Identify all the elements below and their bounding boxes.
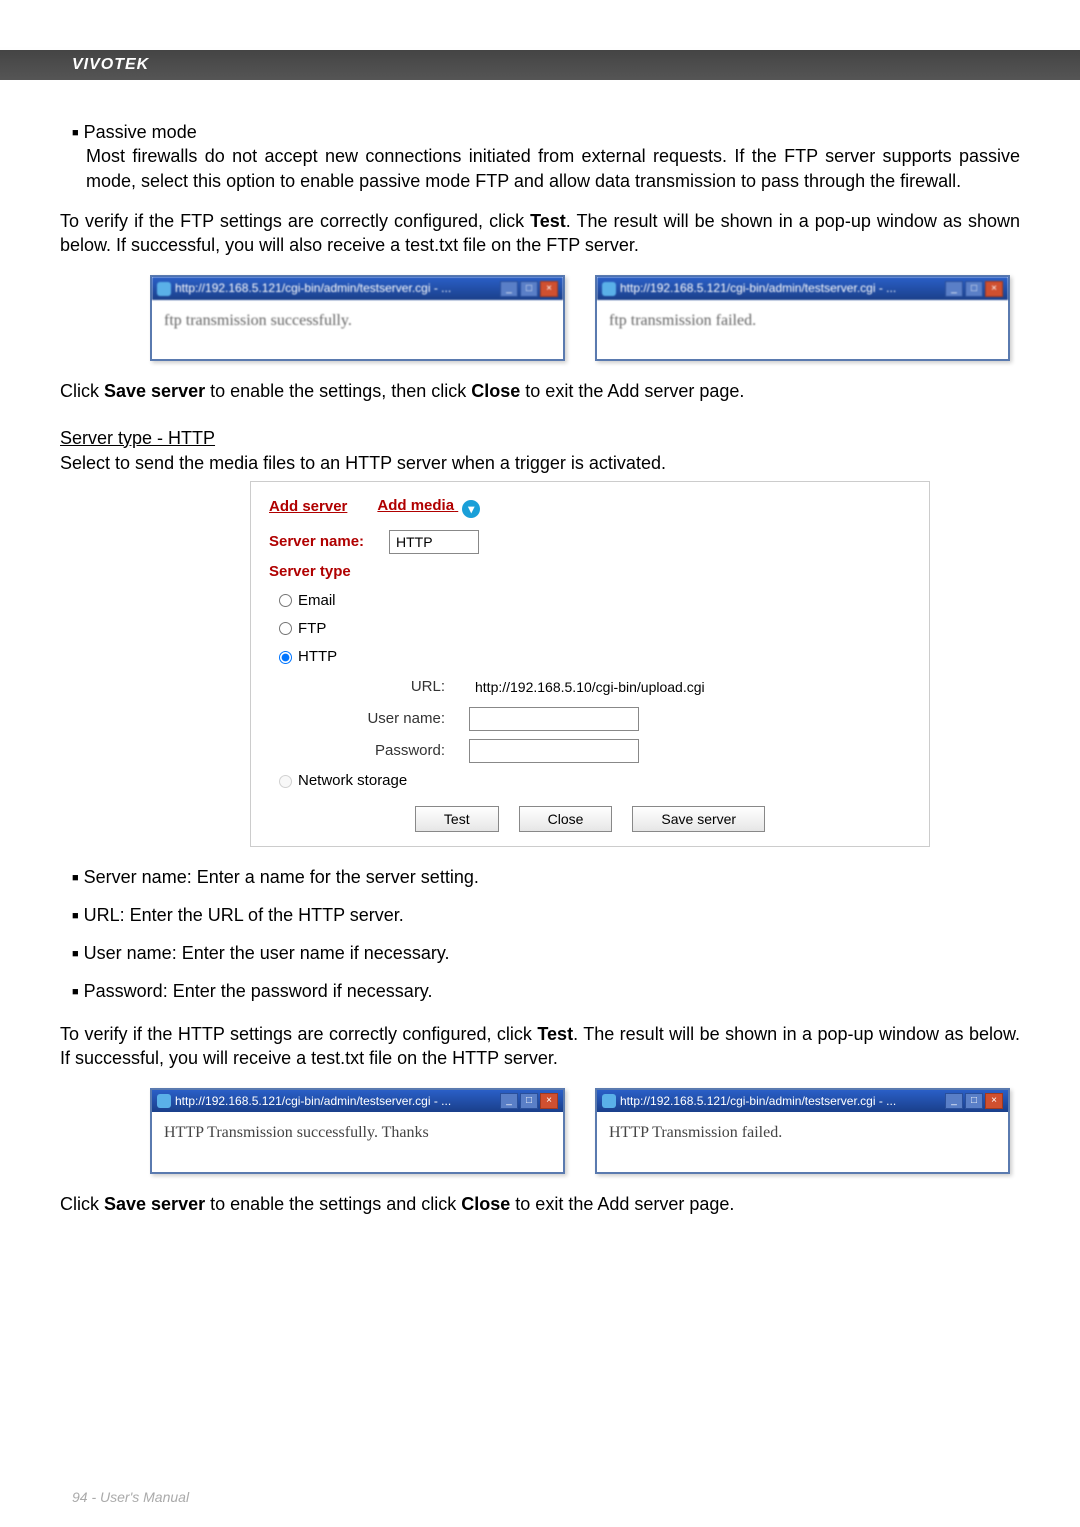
- ie-icon: [602, 1094, 616, 1108]
- radio-ftp-label: FTP: [298, 619, 326, 639]
- close-icon[interactable]: ×: [540, 281, 558, 297]
- radio-ftp[interactable]: [279, 622, 292, 635]
- ie-icon: [157, 282, 171, 296]
- radio-email-label: Email: [298, 591, 336, 611]
- radio-http[interactable]: [279, 651, 292, 664]
- chevron-down-icon: ▾: [462, 500, 480, 518]
- close-icon[interactable]: ×: [540, 1093, 558, 1109]
- popup-title-text: http://192.168.5.121/cgi-bin/admin/tests…: [175, 1093, 451, 1109]
- list-item: ■Server name: Enter a name for the serve…: [72, 865, 1020, 889]
- minimize-icon[interactable]: _: [945, 281, 963, 297]
- popup-body-text: HTTP Transmission failed.: [597, 1112, 1008, 1172]
- close-icon[interactable]: ×: [985, 281, 1003, 297]
- ftp-verify-paragraph: To verify if the FTP settings are correc…: [60, 209, 1020, 258]
- brand-label: VIVOTEK: [0, 50, 1080, 80]
- close-button[interactable]: Close: [519, 806, 613, 832]
- passive-mode-body: Most firewalls do not accept new connect…: [86, 144, 1020, 193]
- ftp-result-popups: http://192.168.5.121/cgi-bin/admin/tests…: [150, 275, 1020, 361]
- maximize-icon[interactable]: □: [965, 1093, 983, 1109]
- ftp-fail-popup: http://192.168.5.121/cgi-bin/admin/tests…: [595, 275, 1010, 361]
- maximize-icon[interactable]: □: [965, 281, 983, 297]
- popup-title-text: http://192.168.5.121/cgi-bin/admin/tests…: [175, 280, 451, 296]
- list-item: ■URL: Enter the URL of the HTTP server.: [72, 903, 1020, 927]
- radio-http-label: HTTP: [298, 647, 337, 667]
- ftp-success-popup: http://192.168.5.121/cgi-bin/admin/tests…: [150, 275, 565, 361]
- password-label: Password:: [299, 741, 469, 761]
- http-intro: Select to send the media files to an HTT…: [60, 451, 1020, 475]
- popup-titlebar: http://192.168.5.121/cgi-bin/admin/tests…: [597, 1090, 1008, 1112]
- url-label: URL:: [299, 677, 469, 697]
- list-item: ■User name: Enter the user name if neces…: [72, 941, 1020, 965]
- save-server-button[interactable]: Save server: [632, 806, 765, 832]
- password-input[interactable]: [469, 739, 639, 763]
- minimize-icon[interactable]: _: [945, 1093, 963, 1109]
- popup-body-text: HTTP Transmission successfully. Thanks: [152, 1112, 563, 1172]
- url-input[interactable]: [469, 675, 749, 699]
- close-icon[interactable]: ×: [985, 1093, 1003, 1109]
- square-bullet-icon: ■: [72, 986, 79, 998]
- server-type-label: Server type: [269, 562, 351, 582]
- tab-add-media[interactable]: Add media ▾: [377, 496, 480, 518]
- square-bullet-icon: ■: [72, 910, 79, 922]
- passive-mode-bullet: ■ Passive mode: [72, 120, 1020, 144]
- passive-mode-title: Passive mode: [84, 122, 197, 142]
- http-heading: Server type - HTTP: [60, 426, 1020, 450]
- username-label: User name:: [299, 709, 469, 729]
- http-save-paragraph: Click Save server to enable the settings…: [60, 1192, 1020, 1216]
- http-result-popups: http://192.168.5.121/cgi-bin/admin/tests…: [150, 1088, 1020, 1174]
- minimize-icon[interactable]: _: [500, 281, 518, 297]
- minimize-icon[interactable]: _: [500, 1093, 518, 1109]
- ie-icon: [602, 282, 616, 296]
- ie-icon: [157, 1094, 171, 1108]
- popup-title-text: http://192.168.5.121/cgi-bin/admin/tests…: [620, 280, 896, 296]
- radio-network-storage[interactable]: [279, 775, 292, 788]
- radio-netstorage-label: Network storage: [298, 771, 407, 791]
- square-bullet-icon: ■: [72, 127, 79, 139]
- popup-body-text: ftp transmission failed.: [597, 300, 1008, 360]
- test-button[interactable]: Test: [415, 806, 499, 832]
- add-server-panel: Add server Add media ▾ Server name: Serv…: [250, 481, 930, 846]
- square-bullet-icon: ■: [72, 948, 79, 960]
- square-bullet-icon: ■: [72, 872, 79, 884]
- http-success-popup: http://192.168.5.121/cgi-bin/admin/tests…: [150, 1088, 565, 1174]
- server-name-label: Server name:: [269, 532, 389, 552]
- username-input[interactable]: [469, 707, 639, 731]
- popup-titlebar: http://192.168.5.121/cgi-bin/admin/tests…: [152, 1090, 563, 1112]
- page-header: VIVOTEK: [0, 0, 1080, 80]
- popup-titlebar: http://192.168.5.121/cgi-bin/admin/tests…: [152, 277, 563, 299]
- radio-email[interactable]: [279, 594, 292, 607]
- http-verify-paragraph: To verify if the HTTP settings are corre…: [60, 1022, 1020, 1071]
- ftp-save-paragraph: Click Save server to enable the settings…: [60, 379, 1020, 403]
- maximize-icon[interactable]: □: [520, 281, 538, 297]
- server-name-input[interactable]: [389, 530, 479, 554]
- list-item: ■Password: Enter the password if necessa…: [72, 979, 1020, 1003]
- popup-body-text: ftp transmission successfully.: [152, 300, 563, 360]
- maximize-icon[interactable]: □: [520, 1093, 538, 1109]
- page-footer: 94 - User's Manual: [72, 1489, 189, 1505]
- http-field-bullets: ■Server name: Enter a name for the serve…: [60, 865, 1020, 1004]
- http-fail-popup: http://192.168.5.121/cgi-bin/admin/tests…: [595, 1088, 1010, 1174]
- popup-title-text: http://192.168.5.121/cgi-bin/admin/tests…: [620, 1093, 896, 1109]
- tab-add-server[interactable]: Add server: [269, 497, 347, 517]
- popup-titlebar: http://192.168.5.121/cgi-bin/admin/tests…: [597, 277, 1008, 299]
